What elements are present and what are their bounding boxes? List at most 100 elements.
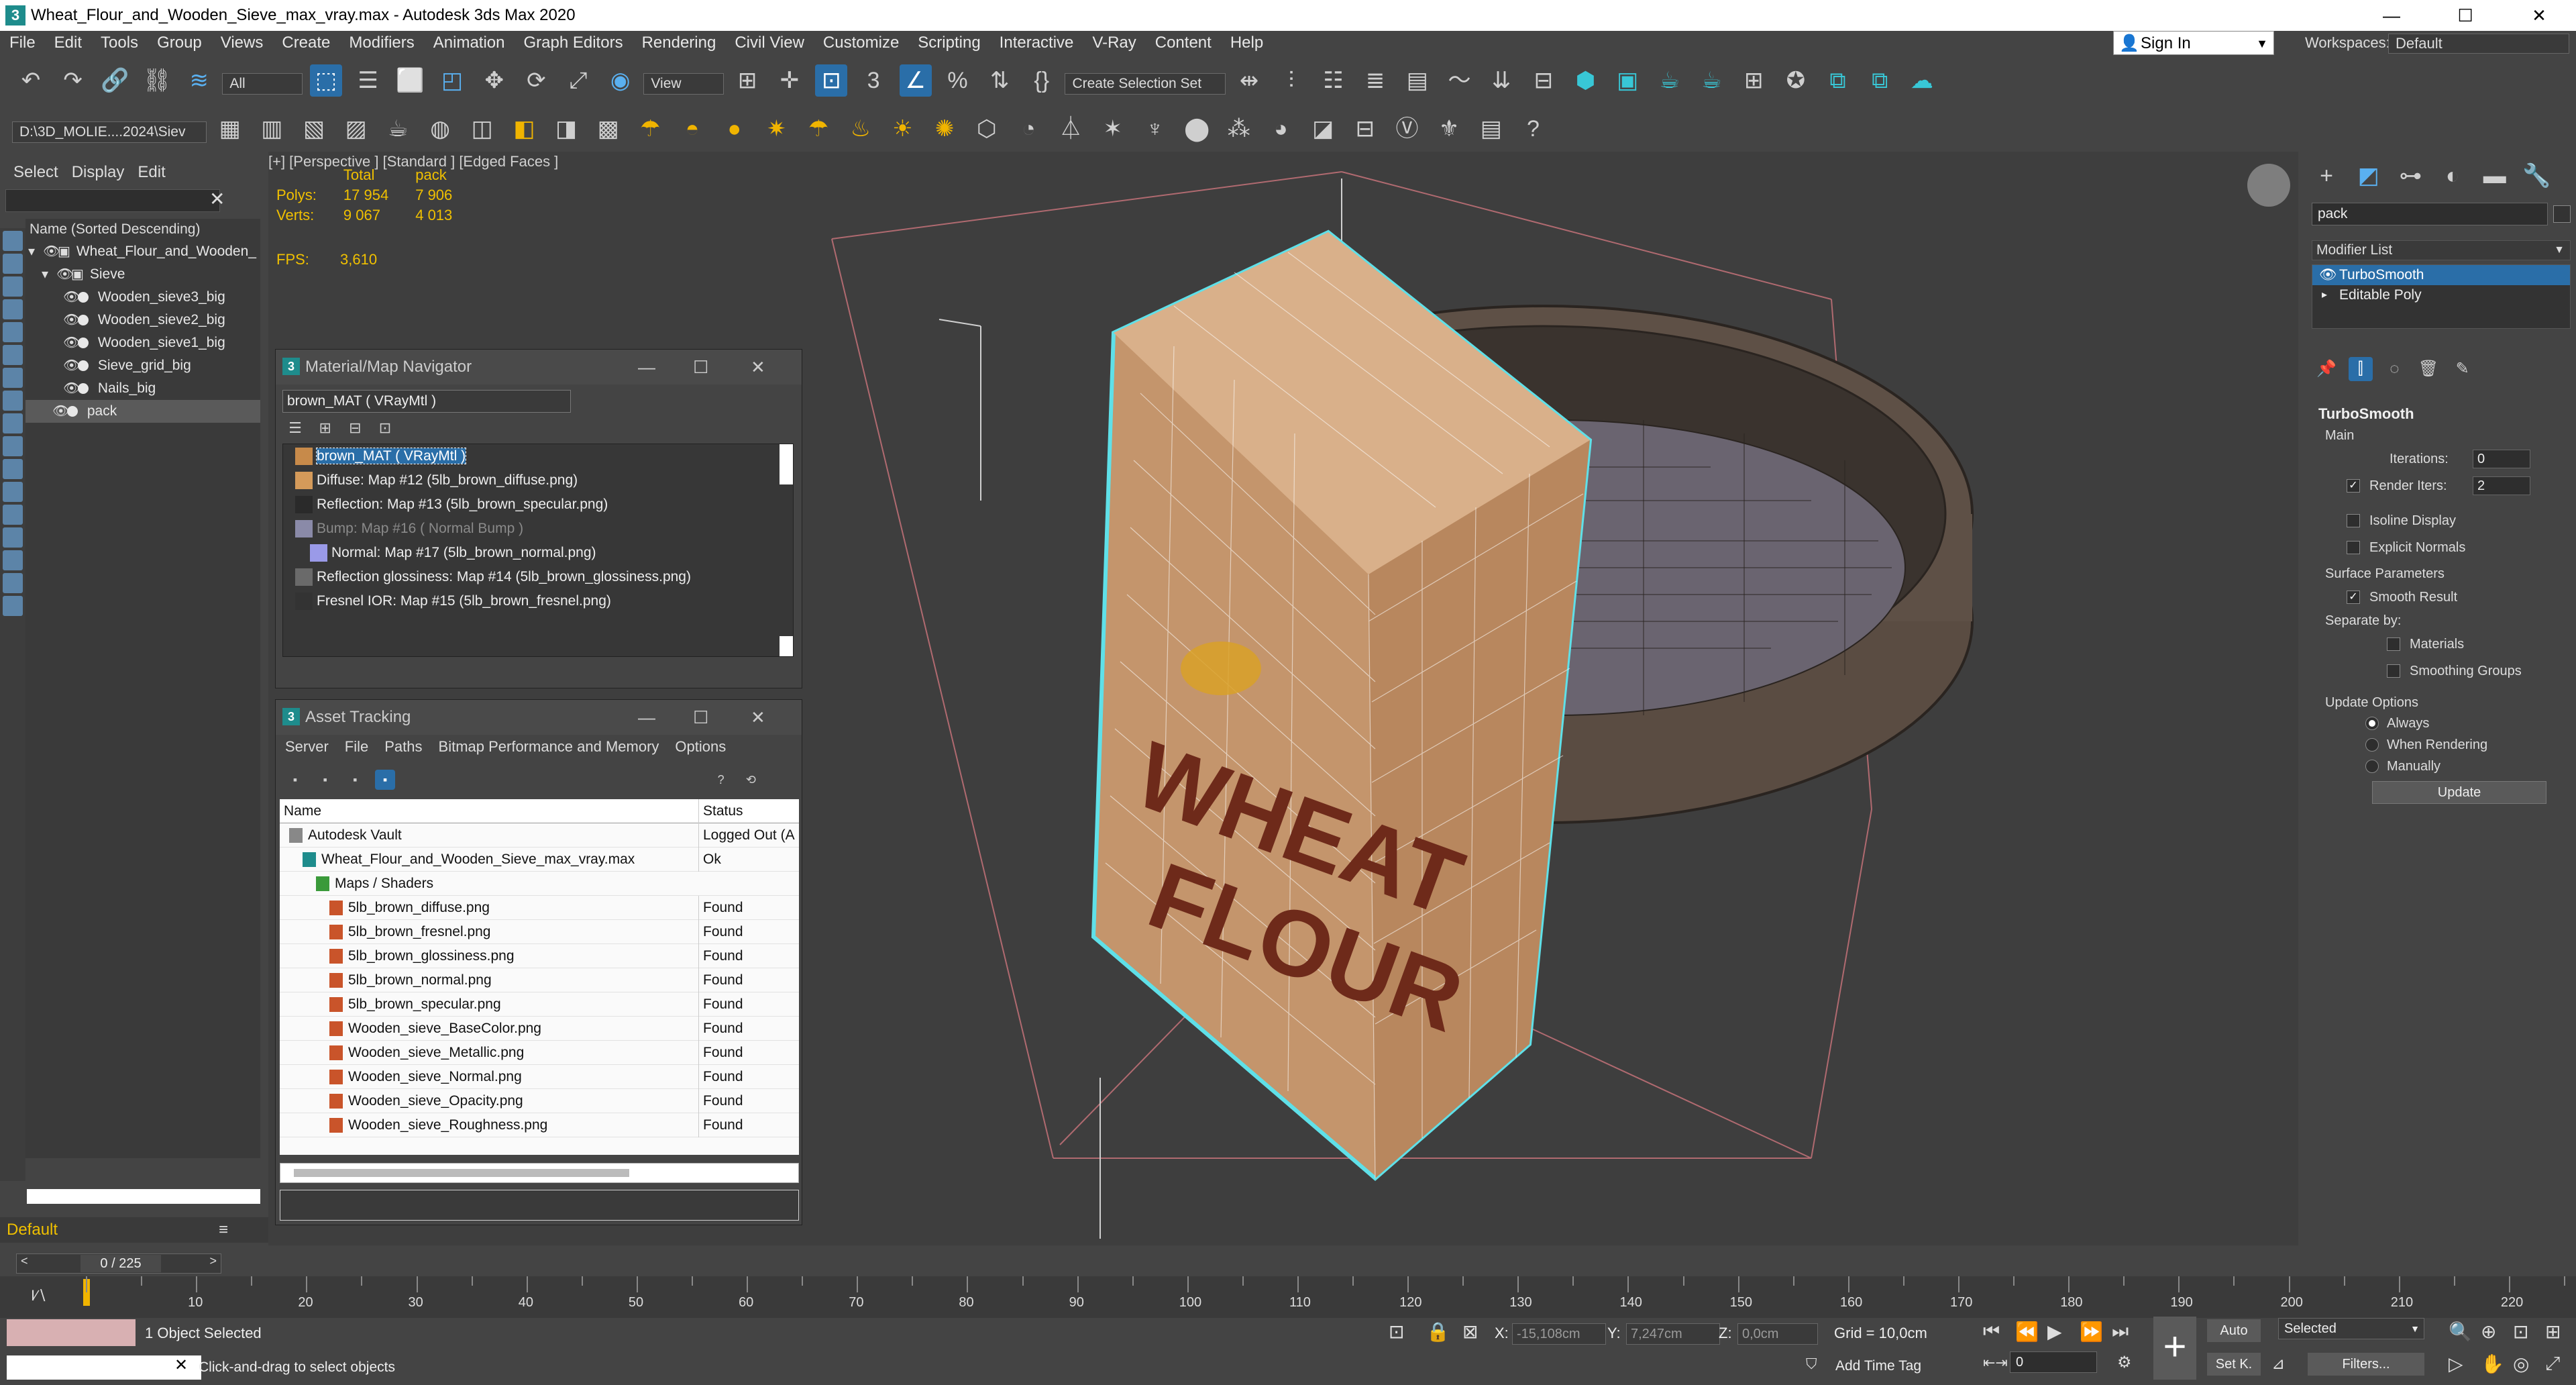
y-coordinate-field[interactable]: 7,247cm: [1626, 1323, 1720, 1345]
light-mesh-icon[interactable]: ✷: [760, 113, 792, 145]
vray-camera-icon[interactable]: ◨: [550, 113, 582, 145]
asset-menu-bitmap[interactable]: Bitmap Performance and Memory: [439, 738, 659, 756]
redo-icon[interactable]: ↷: [57, 64, 89, 97]
maxscript-mini-input[interactable]: ✕: [7, 1355, 201, 1380]
rendered-frame-icon[interactable]: ☕: [1654, 64, 1686, 97]
asset-menu-file[interactable]: File: [345, 738, 368, 756]
tree-row-bump[interactable]: Bump: Map #16 ( Normal Bump ): [283, 517, 793, 541]
materials-checkbox[interactable]: [2387, 637, 2400, 651]
asset-row-file[interactable]: 5lb_brown_fresnel.png Found: [280, 920, 799, 944]
filter-geometry-icon[interactable]: [3, 231, 23, 251]
menu-edit[interactable]: Edit: [45, 34, 91, 52]
menu-views[interactable]: Views: [211, 34, 273, 52]
create-tab-icon[interactable]: +: [2310, 160, 2343, 192]
iterations-spinner[interactable]: 0: [2473, 450, 2530, 468]
pan-icon[interactable]: ✋: [2481, 1353, 2504, 1375]
layer-explorer-icon[interactable]: ≣: [1359, 64, 1391, 97]
tree-row-glossiness[interactable]: Reflection glossiness: Map #14 (5lb_brow…: [283, 565, 793, 589]
tree-view-icon[interactable]: ▪: [375, 770, 396, 790]
asset-menu-server[interactable]: Server: [285, 738, 329, 756]
undo-icon[interactable]: ↶: [15, 64, 47, 97]
close-icon[interactable]: ✕: [174, 1355, 188, 1375]
select-object-icon[interactable]: ⬚: [310, 64, 343, 97]
key-filter-dropdown[interactable]: Selected ▼: [2278, 1318, 2424, 1339]
asset-path-input[interactable]: [280, 1190, 799, 1221]
update-button[interactable]: Update: [2372, 781, 2546, 804]
vray-render-icon[interactable]: ✪: [1780, 64, 1812, 97]
pivot-icon[interactable]: ⊞: [731, 64, 763, 97]
chevron-right-icon[interactable]: >: [209, 1254, 217, 1268]
unlink-icon[interactable]: ⛓: [141, 64, 173, 97]
tree-resize-handle[interactable]: [780, 636, 793, 656]
maximize-button[interactable]: ☐: [693, 700, 708, 735]
menu-file[interactable]: File: [0, 34, 45, 52]
close-button[interactable]: ✕: [2502, 0, 2576, 31]
scene-tab-display[interactable]: Display: [72, 163, 125, 182]
column-name[interactable]: Name: [284, 799, 321, 823]
tree-row-normal[interactable]: Normal: Map #17 (5lb_brown_normal.png): [283, 541, 793, 565]
teapot-icon[interactable]: ☕: [382, 113, 414, 145]
bind-space-warp-icon[interactable]: ≋: [183, 64, 215, 97]
go-to-end-icon[interactable]: ⏭: [2112, 1321, 2129, 1343]
vray-light-icon[interactable]: ◧: [508, 113, 540, 145]
lighting-analysis-icon[interactable]: ◪: [1307, 113, 1339, 145]
asset-row-file[interactable]: Wooden_sieve_Metallic.png Found: [280, 1041, 799, 1065]
eye-icon[interactable]: 👁: [43, 240, 60, 263]
menu-customize[interactable]: Customize: [814, 34, 908, 52]
chevron-right-icon[interactable]: ▸: [2322, 285, 2327, 305]
render-icon[interactable]: ☕: [1696, 64, 1728, 97]
scale-icon[interactable]: ⤢: [562, 64, 594, 97]
menu-tools[interactable]: Tools: [91, 34, 148, 52]
asset-row-maps-folder[interactable]: Maps / Shaders: [280, 872, 799, 896]
always-radio[interactable]: [2365, 717, 2379, 730]
field-of-view-icon[interactable]: ▷: [2449, 1353, 2463, 1375]
asset-row-scene-file[interactable]: Wheat_Flour_and_Wooden_Sieve_max_vray.ma…: [280, 848, 799, 872]
decal-icon[interactable]: ⬡: [971, 113, 1003, 145]
create-plane-icon[interactable]: ▨: [340, 113, 372, 145]
select-by-name-icon[interactable]: ☰: [352, 64, 384, 97]
trash-icon[interactable]: 🗑: [2416, 357, 2440, 381]
chevron-left-icon[interactable]: <: [21, 1254, 28, 1268]
asset-row-vault[interactable]: Autodesk Vault Logged Out (A: [280, 823, 799, 848]
eye-icon[interactable]: 👁: [63, 309, 80, 331]
create-cylinder-icon[interactable]: ▧: [298, 113, 330, 145]
vray-cloud-icon[interactable]: ☁: [1906, 64, 1938, 97]
scene-row-wooden-sieve2[interactable]: 👁 Wooden_sieve2_big: [25, 309, 260, 331]
place-icon[interactable]: ◉: [604, 64, 637, 97]
small-icons-icon[interactable]: ⊞: [315, 418, 335, 438]
viewcube-icon[interactable]: [2247, 164, 2290, 207]
named-selection-dropdown[interactable]: Create Selection Set: [1065, 72, 1226, 95]
filter-hidden-icon[interactable]: [3, 482, 23, 502]
dope-sheet-icon[interactable]: ⇊: [1485, 64, 1517, 97]
modify-tab-icon[interactable]: ◩: [2353, 160, 2385, 192]
vray-vfb-icon[interactable]: ⧉: [1822, 64, 1854, 97]
sort-icon[interactable]: [3, 573, 23, 593]
rotate-icon[interactable]: ⟳: [520, 64, 552, 97]
filter-cameras-icon[interactable]: [3, 299, 23, 319]
link-icon[interactable]: 🔗: [99, 64, 131, 97]
asset-row-file[interactable]: 5lb_brown_specular.png Found: [280, 992, 799, 1017]
move-icon[interactable]: ✥: [478, 64, 511, 97]
smoothing-groups-checkbox[interactable]: [2387, 664, 2400, 678]
expand-icon[interactable]: ▾: [42, 263, 56, 286]
tree-row-reflection[interactable]: Reflection: Map #13 (5lb_brown_specular.…: [283, 493, 793, 517]
mirror-icon[interactable]: ⇹: [1233, 64, 1265, 97]
navigator-titlebar[interactable]: 3 Material/Map Navigator — ☐ ✕: [276, 350, 802, 384]
column-status[interactable]: Status: [698, 799, 799, 823]
menu-help[interactable]: Help: [1221, 34, 1273, 52]
window-crossing-icon[interactable]: ◰: [436, 64, 468, 97]
env-fog-icon[interactable]: ◔: [1012, 113, 1044, 145]
menu-rendering[interactable]: Rendering: [633, 34, 726, 52]
filter-xrefs-icon[interactable]: [3, 391, 23, 411]
eye-icon[interactable]: 👁: [2319, 265, 2337, 285]
isoline-checkbox[interactable]: [2347, 514, 2360, 527]
multi-material-icon[interactable]: ⁂: [1223, 113, 1255, 145]
snap-3-icon[interactable]: 3: [857, 64, 890, 97]
pin-stack-icon[interactable]: 📌: [2314, 357, 2339, 381]
project-folder-dropdown[interactable]: D:\3D_MOLIE....2024\Siev: [12, 121, 207, 143]
menu-animation[interactable]: Animation: [424, 34, 515, 52]
create-box-icon[interactable]: ▦: [214, 113, 246, 145]
zoom-extents-icon[interactable]: ⊡: [2513, 1321, 2528, 1343]
next-frame-icon[interactable]: ⏩: [2080, 1321, 2103, 1343]
asset-titlebar[interactable]: 3 Asset Tracking — ☐ ✕: [276, 700, 802, 735]
